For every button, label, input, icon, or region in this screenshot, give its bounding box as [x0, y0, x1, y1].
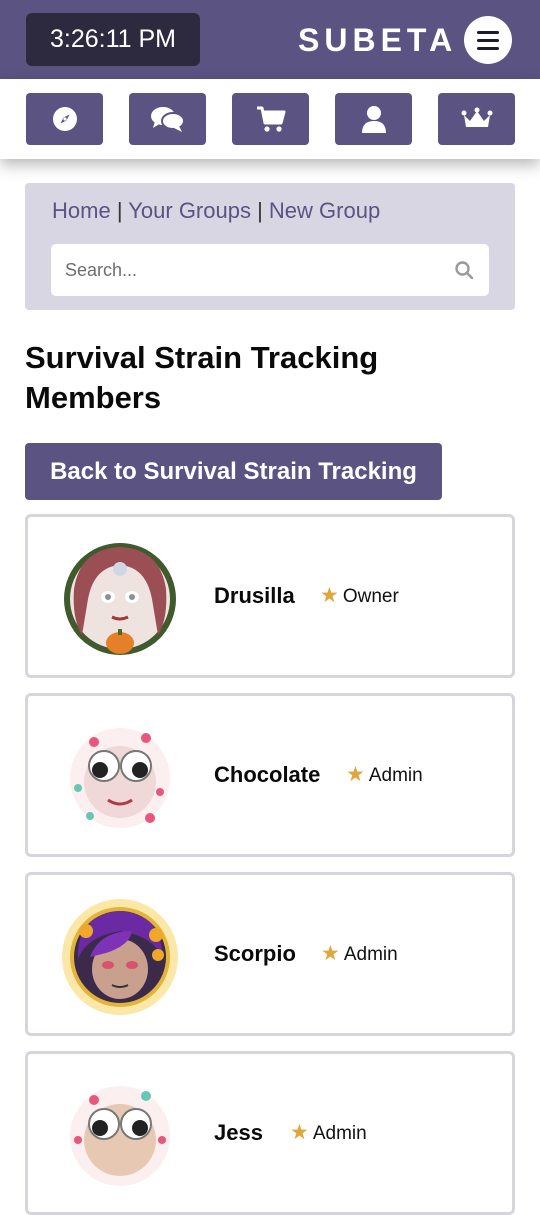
- star-icon: ★: [346, 763, 365, 786]
- top-bar: 3:26:11 PM SUBETA: [0, 0, 540, 79]
- star-icon: ★: [290, 1121, 309, 1144]
- member-role-label: Owner: [342, 586, 399, 607]
- search-icon[interactable]: [455, 261, 473, 279]
- premium-button[interactable]: [438, 93, 515, 145]
- avatar[interactable]: [60, 539, 180, 659]
- member-role: ★ Owner: [320, 583, 399, 610]
- member-name[interactable]: Drusilla: [214, 581, 295, 611]
- breadcrumb-separator: |: [257, 198, 269, 223]
- user-icon: [361, 106, 386, 133]
- breadcrumb-panel: Home | Your Groups | New Group: [25, 183, 515, 310]
- avatar[interactable]: [60, 718, 180, 838]
- member-role-label: Admin: [312, 1123, 367, 1144]
- member-card[interactable]: Scorpio ★ Admin: [25, 872, 515, 1036]
- member-role-label: Admin: [368, 765, 423, 786]
- breadcrumb-home[interactable]: Home: [52, 198, 111, 223]
- breadcrumb: Home | Your Groups | New Group: [52, 197, 380, 225]
- page-title: Survival Strain Tracking Members: [25, 340, 379, 415]
- chat-icon: [150, 107, 185, 132]
- site-logo[interactable]: SUBETA: [298, 19, 457, 61]
- compass-icon: [52, 107, 77, 131]
- profile-button[interactable]: [335, 93, 412, 145]
- avatar[interactable]: [60, 897, 180, 1017]
- member-name[interactable]: Scorpio: [214, 939, 296, 969]
- crown-icon: [461, 107, 492, 127]
- menu-button[interactable]: [464, 16, 512, 64]
- member-role: ★ Admin: [321, 941, 398, 968]
- breadcrumb-your-groups[interactable]: Your Groups: [128, 198, 251, 223]
- chat-button[interactable]: [129, 93, 206, 145]
- avatar[interactable]: [60, 1076, 180, 1196]
- star-icon: ★: [320, 584, 339, 607]
- member-role: ★ Admin: [346, 762, 423, 789]
- member-card[interactable]: Drusilla ★ Owner: [25, 514, 515, 678]
- member-role-label: Admin: [343, 944, 398, 965]
- explore-button[interactable]: [26, 93, 103, 145]
- member-name[interactable]: Jess: [214, 1118, 263, 1148]
- cart-icon: [256, 106, 285, 132]
- member-card[interactable]: Chocolate ★ Admin: [25, 693, 515, 857]
- search-box: [51, 244, 489, 296]
- breadcrumb-separator: |: [116, 198, 129, 223]
- back-to-group-button[interactable]: Back to Survival Strain Tracking: [25, 443, 442, 500]
- star-icon: ★: [321, 942, 340, 965]
- breadcrumb-new-group[interactable]: New Group: [269, 198, 380, 223]
- nav-bar: [0, 79, 540, 159]
- clock: 3:26:11 PM: [26, 13, 200, 66]
- member-role: ★ Admin: [290, 1120, 367, 1147]
- search-input[interactable]: [65, 244, 445, 296]
- shop-button[interactable]: [232, 93, 309, 145]
- member-card[interactable]: Jess ★ Admin: [25, 1051, 515, 1215]
- member-name[interactable]: Chocolate: [214, 760, 320, 790]
